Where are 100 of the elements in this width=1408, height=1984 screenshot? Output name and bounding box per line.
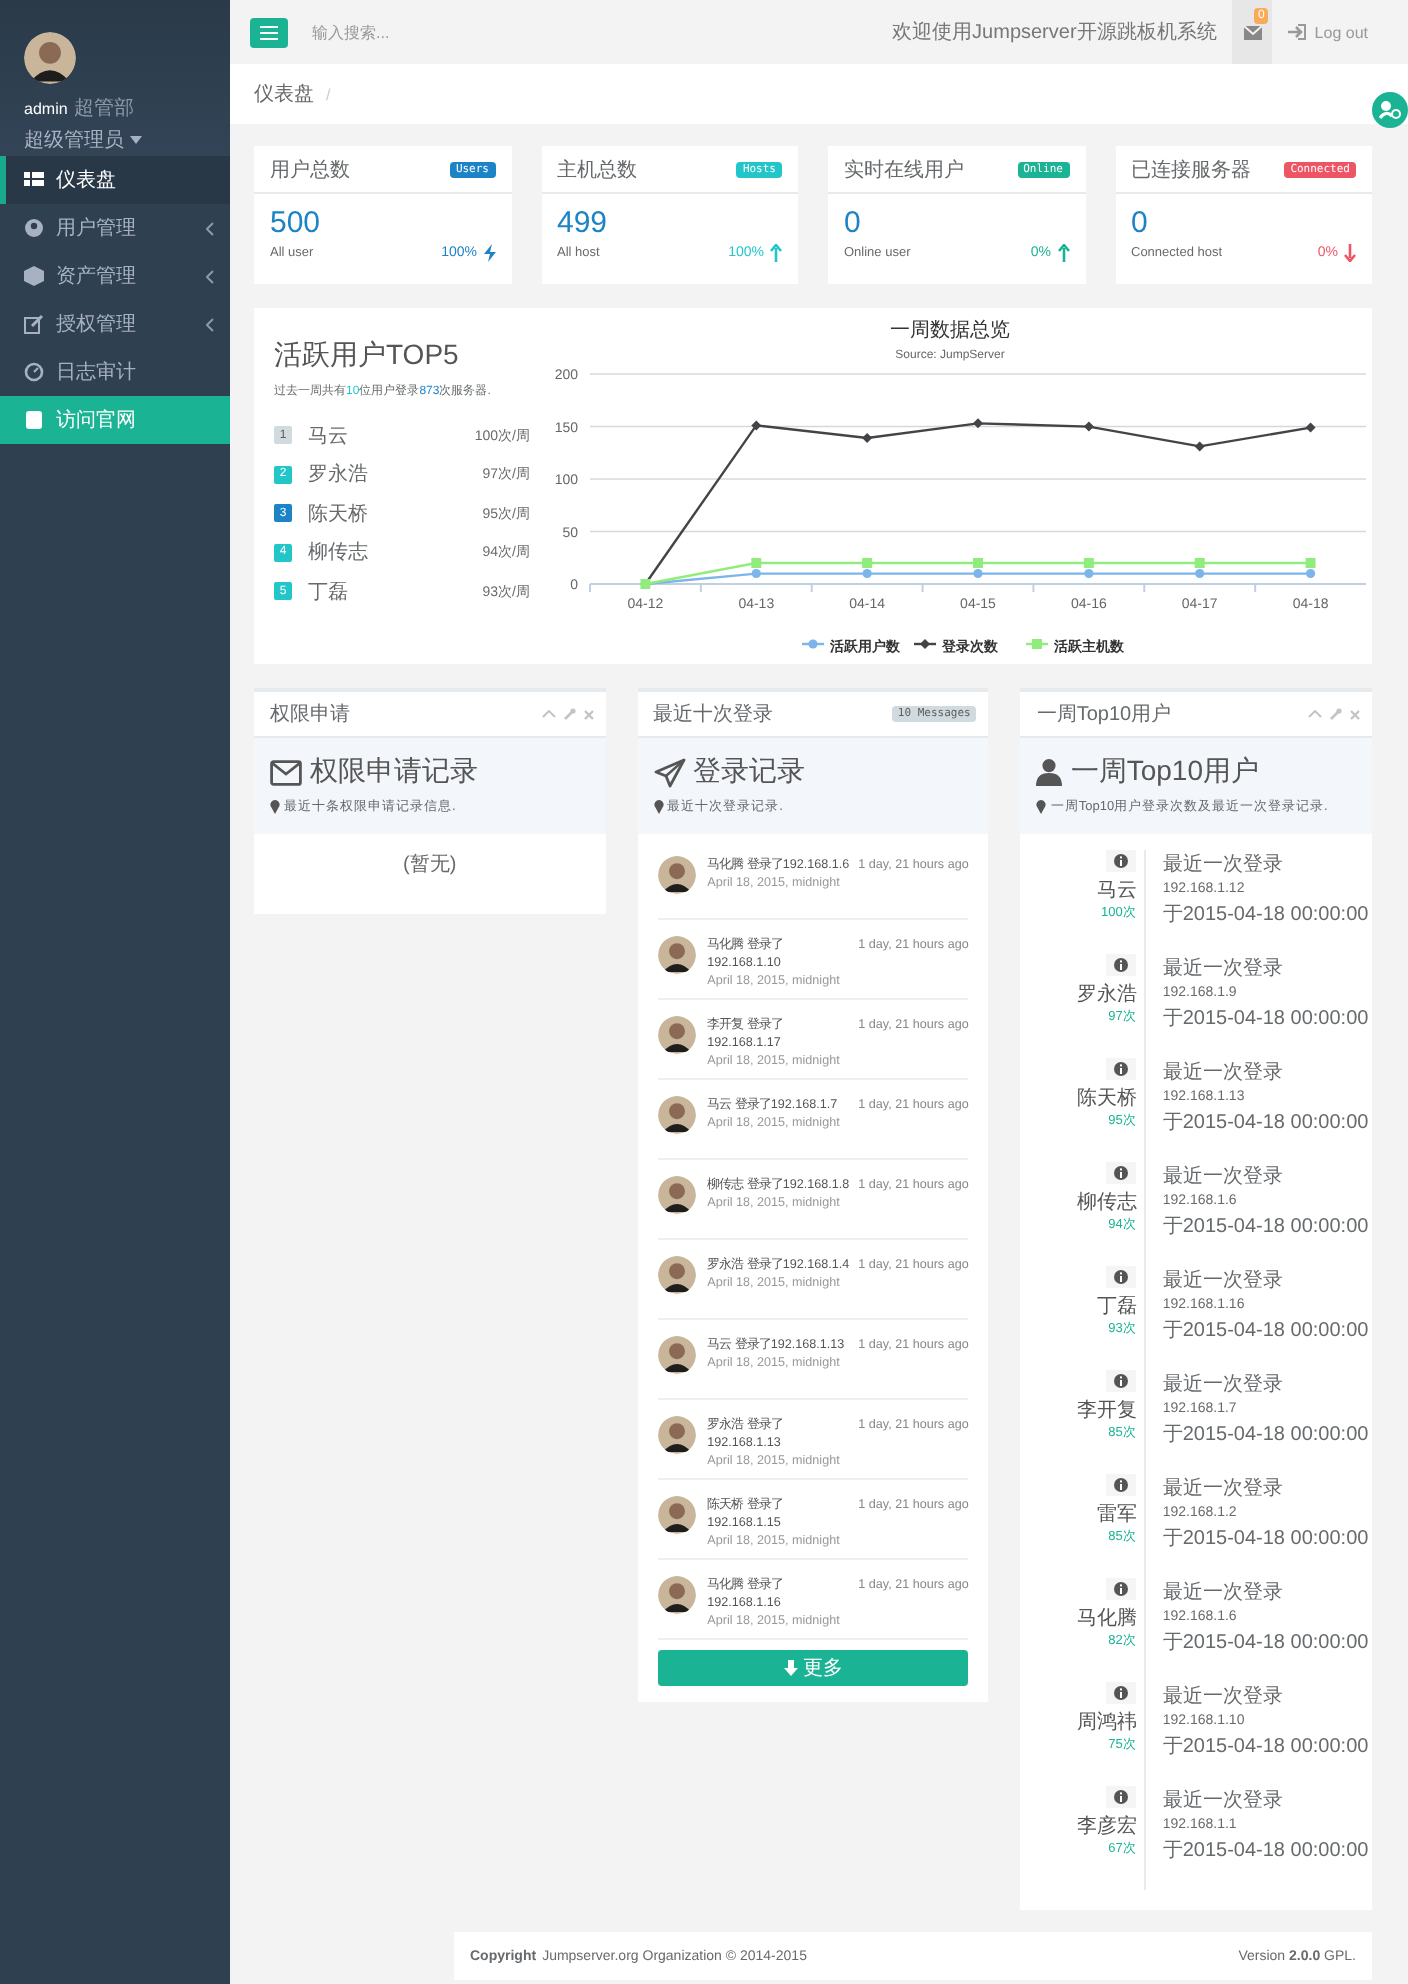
nav-item[interactable]: 授权管理 [0, 300, 230, 348]
panel-title: 权限申请 [270, 701, 352, 728]
chevron-left-icon [206, 317, 214, 331]
login-time: 于2015-04-18 00:00:00 [1162, 1838, 1369, 1864]
avatar [657, 1176, 696, 1214]
record-label: 最近一次登录 [1162, 1267, 1285, 1294]
map-marker-icon [653, 800, 664, 814]
nav-item[interactable]: 用户管理 [0, 204, 230, 252]
logout-link[interactable]: Log out [1272, 23, 1408, 41]
cube-icon [24, 266, 44, 286]
edit-icon [24, 314, 44, 334]
user-name: 罗永浩 [1076, 981, 1137, 1008]
user-name: 丁磊 [1096, 1294, 1137, 1320]
user-name: 柳传志 [308, 539, 370, 567]
login-time: 于2015-04-18 00:00:00 [1162, 1630, 1369, 1656]
nav-item[interactable]: 日志审计 [0, 348, 230, 396]
stat-value: 500 [270, 208, 323, 240]
chevron-up-icon[interactable] [541, 710, 556, 718]
info-icon [1114, 1270, 1129, 1284]
empty-text: (暂无) [401, 851, 459, 880]
caret-icon [130, 136, 142, 144]
data-point [1194, 441, 1205, 452]
info-icon [1114, 1374, 1129, 1388]
info-icon [1114, 1166, 1129, 1180]
panel-title: 最近十次登录 [653, 701, 776, 728]
login-time: 于2015-04-18 00:00:00 [1162, 1422, 1369, 1448]
stat-value: 0 [844, 208, 863, 240]
record-label: 最近一次登录 [1162, 851, 1285, 878]
record-label: 最近一次登录 [1162, 1475, 1285, 1502]
login-time: 于2015-04-18 00:00:00 [1162, 1110, 1369, 1136]
settings-tab-icon[interactable] [1372, 92, 1408, 128]
avatar [24, 32, 76, 84]
more-button[interactable]: 更多 [657, 1650, 969, 1686]
menu-button[interactable] [250, 17, 288, 47]
nav-item[interactable]: 访问官网 [0, 396, 230, 444]
section-title: 活跃用户TOP5 [274, 338, 461, 374]
nav-item[interactable]: 仪表盘 [0, 156, 230, 204]
wrench-icon[interactable] [1330, 708, 1343, 720]
dial-icon [24, 362, 44, 382]
arrow-up-icon [1057, 244, 1069, 262]
avatar [657, 1416, 696, 1454]
info-icon [1114, 958, 1129, 972]
record-label: 最近一次登录 [1162, 1683, 1285, 1710]
panel-heading: 登录记录 [693, 754, 806, 790]
user-name: 丁磊 [308, 579, 350, 606]
stat-title: 用户总数 [270, 157, 350, 183]
avatar [657, 1256, 696, 1294]
chevron-left-icon [206, 221, 214, 235]
login-time: 于2015-04-18 00:00:00 [1162, 1526, 1369, 1552]
user-name: admin [24, 100, 68, 118]
user-name: 罗永浩 [308, 461, 370, 489]
avatar [657, 936, 696, 974]
stat-value: 499 [557, 208, 610, 240]
department-label: 超管部 [73, 95, 134, 122]
sign-out-icon [1288, 24, 1307, 40]
avatar [657, 856, 696, 894]
menu-icon [260, 25, 278, 39]
chevron-up-icon[interactable] [1308, 710, 1323, 718]
panel-heading: 权限申请记录 [310, 754, 478, 790]
avatar [657, 1336, 696, 1374]
info-icon [1114, 1062, 1129, 1076]
user-name: 李开复 [1076, 1397, 1137, 1424]
user-name: 马化腾 [1076, 1605, 1137, 1632]
info-icon [1114, 1790, 1129, 1804]
map-marker-icon [1036, 800, 1047, 814]
user-name: 马云 [308, 423, 350, 450]
stat-value: 0 [1131, 208, 1150, 240]
info-icon [1114, 1582, 1129, 1596]
login-time: 于2015-04-18 00:00:00 [1162, 1214, 1369, 1240]
arrow-down-icon [1344, 244, 1356, 262]
record-label: 最近一次登录 [1162, 1163, 1285, 1190]
data-point [1083, 421, 1094, 432]
stat-title: 主机总数 [557, 157, 637, 183]
envelope-icon [270, 759, 302, 785]
envelope-icon [1243, 25, 1262, 39]
dashboard-icon [24, 170, 44, 190]
info-icon [1114, 854, 1129, 868]
chart-title: 一周数据总览 [890, 320, 1010, 342]
close-icon[interactable] [583, 709, 594, 719]
arrow-up-icon [770, 244, 782, 262]
chevron-left-icon [206, 269, 214, 283]
nav-item[interactable]: 资产管理 [0, 252, 230, 300]
avatar [657, 1096, 696, 1134]
login-time: 于2015-04-18 00:00:00 [1162, 902, 1369, 928]
role-dropdown[interactable]: 超级管理员 [24, 126, 142, 154]
info-icon [1114, 1686, 1129, 1700]
record-label: 最近一次登录 [1162, 1059, 1285, 1086]
welcome-text: 欢迎使用Jumpserver开源跳板机系统 [892, 19, 1217, 46]
avatar [657, 1016, 696, 1054]
user-name: 陈天桥 [308, 501, 370, 528]
search-field[interactable]: 输入搜索... [308, 21, 616, 43]
breadcrumb-item[interactable]: 仪表盘 [254, 80, 314, 108]
user-name: 李彦宏 [1076, 1813, 1137, 1840]
wrench-icon[interactable] [563, 708, 576, 720]
data-point [751, 420, 762, 431]
avatar [657, 1496, 696, 1534]
user-name: 周鸿祎 [1076, 1709, 1137, 1736]
close-icon[interactable] [1350, 709, 1361, 719]
breadcrumb-separator: / [326, 85, 331, 103]
user-name: 马云 [1096, 878, 1137, 904]
